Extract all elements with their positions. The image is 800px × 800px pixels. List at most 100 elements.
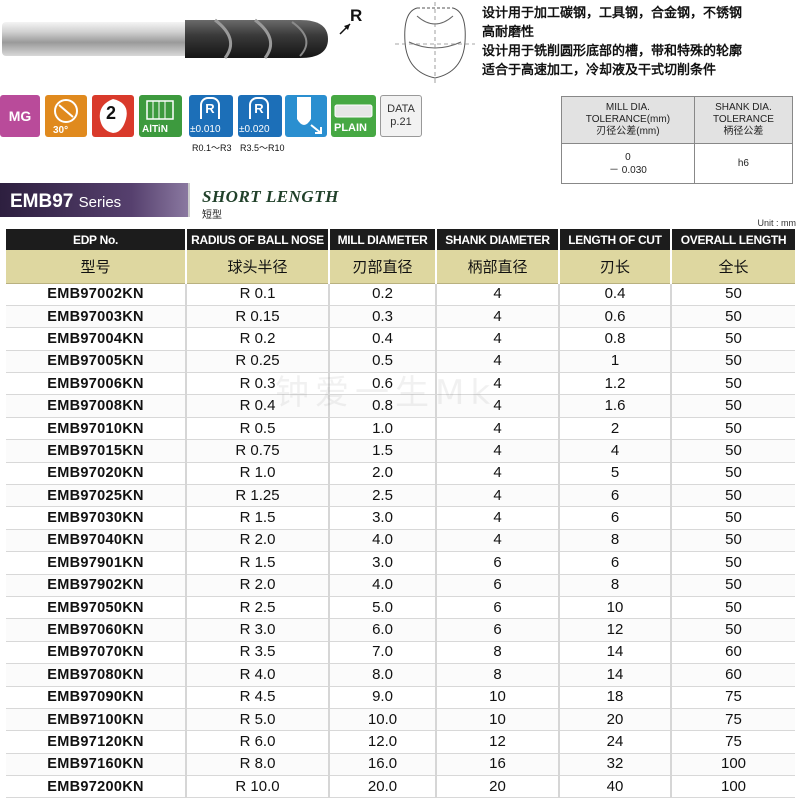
overall-length-cell: 50 <box>670 283 795 306</box>
length-of-cut-cell: 0.8 <box>558 327 671 351</box>
mill-tolerance-value: 0 － 0.030 <box>561 143 695 184</box>
shank-diameter-cell: 16 <box>435 753 559 777</box>
col-header-cn: 球头半径 <box>185 250 329 284</box>
shank-diameter-cell: 6 <box>435 618 559 642</box>
feature-list: 设计用于加工碳钢，工具钢，合金钢，不锈钢 高耐磨性 设计用于铣削圆形底部的槽，带… <box>482 4 800 80</box>
table-row: EMB97004KN R 0.2 0.4 4 0.8 50 <box>6 327 795 351</box>
table-row: EMB97008KN R 0.4 0.8 4 1.6 50 <box>6 394 795 418</box>
radius-cell: R 0.1 <box>185 283 329 306</box>
edp-number-cell: EMB97008KN <box>6 394 186 418</box>
mill-diameter-cell: 0.6 <box>328 372 436 396</box>
edp-number-cell: EMB97902KN <box>6 574 186 597</box>
edp-number-cell: EMB97100KN <box>6 708 186 732</box>
mill-diameter-cell: 0.5 <box>328 350 436 374</box>
table-row: EMB97003KN R 0.15 0.3 4 0.6 50 <box>6 305 795 329</box>
spec-icons-row: MG 30° 2 AlTiN R ±0.010 R0.1～R3 R ±0.020… <box>0 95 430 155</box>
shank-tolerance-header: SHANK DIA. TOLERANCE 柄径公差 <box>693 96 794 144</box>
radius-cell: R 10.0 <box>185 775 329 799</box>
overall-length-cell: 50 <box>670 462 795 486</box>
edp-number-cell: EMB97090KN <box>6 686 186 709</box>
overall-length-cell: 50 <box>670 439 795 463</box>
overall-length-cell: 50 <box>670 417 795 441</box>
overall-length-cell: 50 <box>670 596 795 620</box>
shank-diameter-cell: 20 <box>435 775 559 799</box>
shank-tolerance-value: h6 <box>693 143 794 184</box>
header-row-en: EDP No. RADIUS OF BALL NOSE MILL DIAMETE… <box>6 229 795 250</box>
table-row: EMB97030KN R 1.5 3.0 4 6 50 <box>6 506 795 530</box>
radius-cell: R 0.2 <box>185 327 329 351</box>
edp-number-cell: EMB97901KN <box>6 551 186 575</box>
radius-cell: R 8.0 <box>185 753 329 777</box>
length-of-cut-cell: 8 <box>558 529 671 553</box>
radius-cell: R 5.0 <box>185 708 329 732</box>
end-mill-image <box>2 18 328 59</box>
data-reference-icon: DATA p.21 <box>380 95 422 137</box>
radius-cell: R 1.5 <box>185 551 329 575</box>
mill-diameter-cell: 4.0 <box>328 529 436 553</box>
edp-number-cell: EMB97070KN <box>6 641 186 665</box>
col-header-radius: RADIUS OF BALL NOSE <box>185 229 329 250</box>
edp-number-cell: EMB97040KN <box>6 529 186 553</box>
radius-tolerance-icon: R ±0.020 <box>238 95 282 137</box>
radius-tolerance-value: ±0.020 <box>239 124 270 135</box>
mill-diameter-cell: 4.0 <box>328 574 436 597</box>
overall-length-cell: 50 <box>670 394 795 418</box>
overall-length-cell: 75 <box>670 708 795 732</box>
col-header-edp: EDP No. <box>6 229 186 250</box>
length-of-cut-cell: 6 <box>558 551 671 575</box>
shank-diameter-cell: 4 <box>435 305 559 329</box>
shank-diameter-cell: 6 <box>435 551 559 575</box>
shank-diameter-cell: 4 <box>435 350 559 374</box>
mill-diameter-cell: 3.0 <box>328 551 436 575</box>
table-row: EMB97100KN R 5.0 10.0 10 20 75 <box>6 708 795 732</box>
length-of-cut-cell: 6 <box>558 506 671 530</box>
shank-diameter-cell: 4 <box>435 462 559 486</box>
shank-diameter-cell: 4 <box>435 372 559 396</box>
table-row: EMB97090KN R 4.5 9.0 10 18 75 <box>6 686 795 709</box>
radius-cell: R 0.4 <box>185 394 329 418</box>
col-header-cn: 刃部直径 <box>328 250 436 284</box>
radius-cell: R 3.0 <box>185 618 329 642</box>
shank-diameter-cell: 4 <box>435 439 559 463</box>
radius-cell: R 0.75 <box>185 439 329 463</box>
table-row: EMB97070KN R 3.5 7.0 8 14 60 <box>6 641 795 665</box>
mill-diameter-cell: 12.0 <box>328 730 436 754</box>
product-rows: EMB97002KN R 0.1 0.2 4 0.4 50 EMB97003KN R 0.15… <box>6 283 795 799</box>
length-of-cut-cell: 1 <box>558 350 671 374</box>
edp-number-cell: EMB97160KN <box>6 753 186 777</box>
length-of-cut-cell: 2 <box>558 417 671 441</box>
feature-line: 适合于高速加工，冷却液及干式切削条件 <box>482 63 717 78</box>
shank-diameter-cell: 6 <box>435 574 559 597</box>
length-of-cut-cell: 0.4 <box>558 283 671 306</box>
radius-cell: R 4.0 <box>185 663 329 687</box>
edp-number-cell: EMB97002KN <box>6 283 186 306</box>
col-header-cn: 刃长 <box>558 250 671 284</box>
edp-number-cell: EMB97015KN <box>6 439 186 463</box>
overall-length-cell: 50 <box>670 506 795 530</box>
data-ref-line: DATA <box>387 103 415 115</box>
edp-number-cell: EMB97003KN <box>6 305 186 329</box>
header-row-cn: 型号 球头半径 刃部直径 柄部直径 刃长 全长 <box>6 250 795 284</box>
radius-cell: R 0.3 <box>185 372 329 396</box>
shank-diameter-cell: 10 <box>435 686 559 709</box>
length-of-cut-cell: 40 <box>558 775 671 799</box>
overall-length-cell: 50 <box>670 551 795 575</box>
length-of-cut-cell: 18 <box>558 686 671 709</box>
edp-number-cell: EMB97030KN <box>6 506 186 530</box>
mill-diameter-cell: 10.0 <box>328 708 436 732</box>
data-ref-page: p.21 <box>390 116 412 128</box>
mill-diameter-cell: 16.0 <box>328 753 436 777</box>
length-of-cut-cell: 14 <box>558 641 671 665</box>
mill-diameter-cell: 8.0 <box>328 663 436 687</box>
length-of-cut-cell: 8 <box>558 574 671 597</box>
overall-length-cell: 60 <box>670 641 795 665</box>
radius-cell: R 3.5 <box>185 641 329 665</box>
edp-number-cell: EMB97050KN <box>6 596 186 620</box>
shank-diameter-cell: 8 <box>435 641 559 665</box>
shank-type-label: PLAIN <box>334 122 367 134</box>
radius-cell: R 0.15 <box>185 305 329 329</box>
overall-length-cell: 100 <box>670 775 795 799</box>
coating-label: AlTiN <box>142 124 168 135</box>
mill-diameter-cell: 2.5 <box>328 484 436 508</box>
length-of-cut-cell: 14 <box>558 663 671 687</box>
